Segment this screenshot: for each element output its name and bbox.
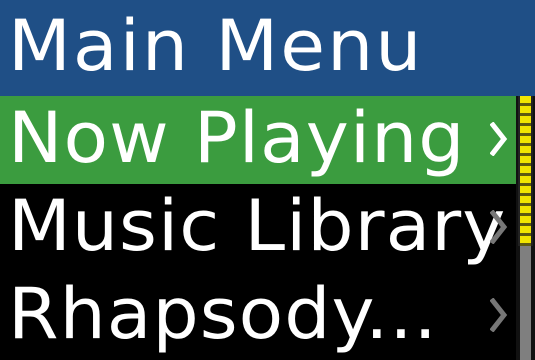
menu-item-label: Music Library bbox=[8, 185, 507, 267]
menu-item-rhapsody[interactable]: Rhapsody... bbox=[0, 272, 516, 360]
menu-item-music-library[interactable]: Music Library bbox=[0, 184, 516, 272]
menu-item-label: Now Playing bbox=[8, 97, 466, 179]
menu-item-now-playing[interactable]: Now Playing bbox=[0, 96, 516, 184]
chevron-right-icon bbox=[490, 210, 508, 244]
menu-item-label: Rhapsody... bbox=[8, 273, 438, 355]
menu-header: Main Menu bbox=[0, 0, 535, 96]
menu-title: Main Menu bbox=[8, 5, 424, 87]
scrollbar-thumb[interactable] bbox=[518, 96, 533, 246]
menu-scrollbar[interactable] bbox=[516, 96, 535, 360]
chevron-right-icon bbox=[490, 298, 508, 332]
main-menu-list: Now Playing Music Library Rhapsody... bbox=[0, 96, 535, 360]
chevron-right-icon bbox=[490, 122, 508, 156]
device-screen: Main Menu Now Playing Music Library Rhap… bbox=[0, 0, 535, 360]
